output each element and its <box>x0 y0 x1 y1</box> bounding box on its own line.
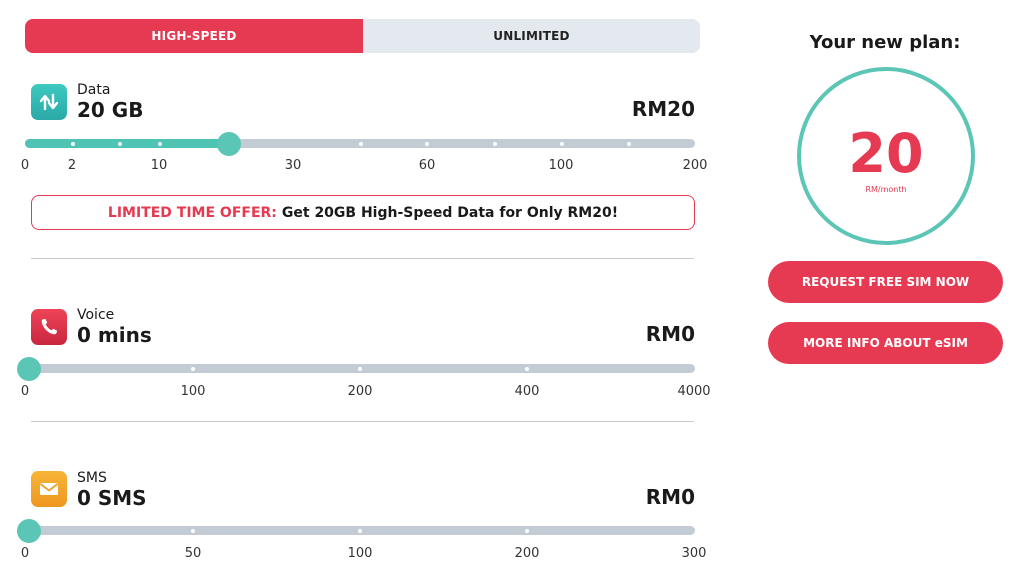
slider-step-dot <box>627 142 631 146</box>
slider-step-dot <box>525 367 529 371</box>
slider-step-dot <box>358 529 362 533</box>
data-slider[interactable] <box>25 132 695 156</box>
data-price: RM20 <box>631 97 695 121</box>
slider-step-dot <box>359 142 363 146</box>
envelope-icon <box>31 471 67 507</box>
limited-offer-banner: LIMITED TIME OFFER: Get 20GB High-Speed … <box>31 195 695 230</box>
sms-price: RM0 <box>645 485 695 509</box>
speed-tabs: HIGH-SPEED UNLIMITED <box>25 19 700 53</box>
tick-label: 100 <box>548 158 574 173</box>
slider-step-dot <box>191 367 195 371</box>
slider-step-dot <box>118 142 122 146</box>
tick-label: 30 <box>284 158 302 173</box>
voice-price: RM0 <box>645 322 695 346</box>
tick-label: 10 <box>150 158 168 173</box>
slider-step-dot <box>525 529 529 533</box>
tick-label: 200 <box>682 158 708 173</box>
tick-label: 300 <box>681 546 707 561</box>
tick-label: 4000 <box>677 384 711 399</box>
section-divider <box>31 258 694 259</box>
slider-step-dot <box>493 142 497 146</box>
tick-label: 50 <box>184 546 202 561</box>
plan-price-unit: RM/month <box>865 184 907 194</box>
tab-unlimited[interactable]: UNLIMITED <box>363 19 700 53</box>
plan-price-circle: 20 RM/month <box>797 67 975 245</box>
sms-amount: 0 SMS <box>77 486 147 510</box>
slider-step-dot <box>158 142 162 146</box>
data-slider-thumb[interactable] <box>217 132 241 156</box>
tab-high-speed[interactable]: HIGH-SPEED <box>25 19 363 53</box>
voice-amount: 0 mins <box>77 323 152 347</box>
slider-step-dot <box>191 529 195 533</box>
tick-label: 400 <box>514 384 540 399</box>
tick-label: 200 <box>514 546 540 561</box>
data-label: Data <box>77 82 111 98</box>
sms-label: SMS <box>77 470 107 486</box>
section-divider <box>31 421 694 422</box>
slider-step-dot <box>425 142 429 146</box>
tick-label: 0 <box>20 546 30 561</box>
tick-label: 60 <box>418 158 436 173</box>
offer-highlight: LIMITED TIME OFFER: <box>107 204 277 221</box>
plan-price-value: 20 <box>848 121 924 185</box>
voice-slider-thumb[interactable] <box>17 357 41 381</box>
tick-label: 200 <box>347 384 373 399</box>
tick-label: 0 <box>20 158 30 173</box>
data-slider-fill <box>25 139 229 148</box>
request-free-sim-button[interactable]: REQUEST FREE SIM NOW <box>768 261 1003 303</box>
sms-slider[interactable] <box>17 519 695 543</box>
offer-text: Get 20GB High-Speed Data for Only RM20! <box>281 204 619 221</box>
slider-step-dot <box>71 142 75 146</box>
more-info-esim-button[interactable]: MORE INFO ABOUT eSIM <box>768 322 1003 364</box>
up-down-arrows-icon <box>31 84 67 120</box>
voice-slider[interactable] <box>17 357 695 381</box>
tick-label: 0 <box>20 384 30 399</box>
tick-label: 100 <box>180 384 206 399</box>
tick-label: 100 <box>347 546 373 561</box>
sms-slider-thumb[interactable] <box>17 519 41 543</box>
slider-step-dot <box>358 367 362 371</box>
data-amount: 20 GB <box>77 98 144 122</box>
phone-icon <box>31 309 67 345</box>
plan-title: Your new plan: <box>809 32 961 53</box>
tick-label: 2 <box>67 158 77 173</box>
voice-label: Voice <box>77 307 115 323</box>
slider-step-dot <box>560 142 564 146</box>
